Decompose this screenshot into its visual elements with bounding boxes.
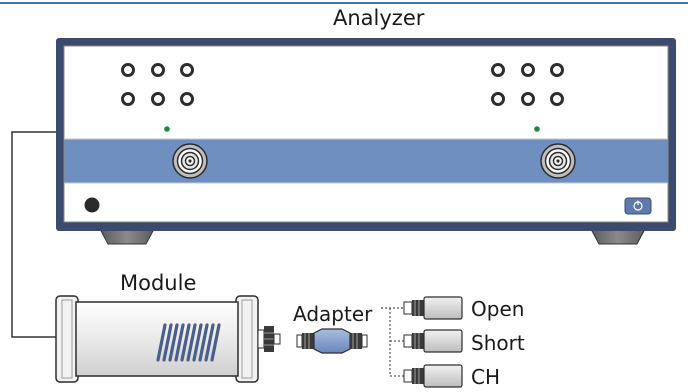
port-connector-1 bbox=[172, 143, 208, 179]
diagram-canvas bbox=[0, 2, 688, 388]
power-button bbox=[624, 197, 652, 215]
module-label: Module bbox=[120, 271, 197, 295]
analyzer-module-cable bbox=[11, 131, 56, 338]
standards-bracket bbox=[381, 307, 404, 377]
module-output-connector bbox=[257, 326, 281, 352]
standard-ch-label: CH bbox=[471, 365, 501, 389]
standard-short-label: Short bbox=[471, 331, 525, 355]
round-indicator bbox=[84, 197, 100, 213]
standard-short bbox=[403, 329, 463, 353]
led-left bbox=[164, 126, 170, 132]
standard-open bbox=[403, 296, 463, 320]
adapter-part bbox=[296, 328, 368, 354]
analyzer-instrument bbox=[56, 38, 676, 231]
port-connector-2 bbox=[540, 143, 576, 179]
analyzer-foot-left bbox=[99, 228, 155, 245]
diagram: Analyzer Module Adapter Open Short CH bbox=[0, 0, 688, 392]
standard-ch bbox=[403, 364, 463, 388]
module-unit bbox=[55, 295, 281, 383]
standard-open-label: Open bbox=[471, 297, 525, 321]
adapter-label: Adapter bbox=[293, 302, 373, 326]
analyzer-foot-right bbox=[590, 228, 646, 245]
analyzer-label: Analyzer bbox=[333, 6, 425, 30]
led-right bbox=[534, 126, 540, 132]
port-band bbox=[63, 138, 669, 184]
